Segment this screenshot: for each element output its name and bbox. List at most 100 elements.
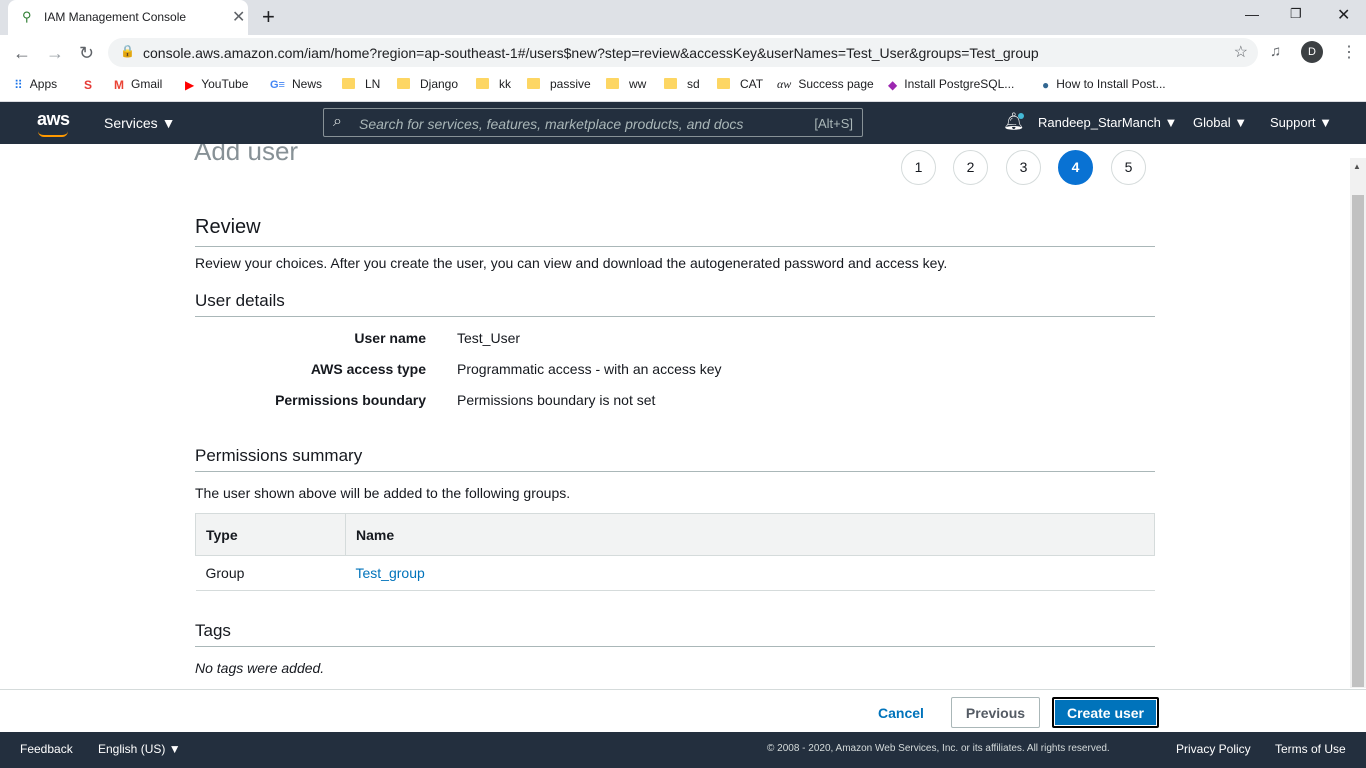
aws-logo[interactable]: aws [37, 109, 70, 130]
permissions-boundary-value: Permissions boundary is not set [457, 392, 656, 408]
scroll-up-arrow-icon[interactable]: ▲ [1353, 162, 1361, 171]
chrome-menu-icon[interactable]: ⋮ [1341, 42, 1357, 62]
page-title: Add user [194, 144, 299, 166]
bookmark-django[interactable]: Django [397, 77, 458, 91]
divider [195, 471, 1155, 472]
bookmark-ln[interactable]: LN [342, 77, 380, 91]
minimize-icon[interactable]: — [1245, 6, 1259, 22]
language-selector[interactable]: English (US) ▼ [98, 742, 181, 756]
address-bar[interactable]: 🔒 console.aws.amazon.com/iam/home?region… [108, 38, 1258, 67]
bookmark-star-icon[interactable]: ☆ [1234, 42, 1248, 62]
search-shortcut-hint: [Alt+S] [814, 116, 853, 131]
notification-dot [1018, 113, 1024, 119]
lock-icon[interactable]: 🔒 [120, 44, 135, 58]
tab-title: IAM Management Console [44, 10, 187, 24]
access-type-value: Programmatic access - with an access key [457, 361, 722, 377]
restore-icon[interactable]: ❐ [1290, 6, 1302, 22]
wizard-step-1[interactable]: 1 [901, 150, 936, 185]
bookmark-ww[interactable]: ww [606, 77, 646, 91]
youtube-icon: ▶ [185, 77, 195, 92]
groups-table: Type Name Group Test_group [195, 513, 1155, 591]
window-close-icon[interactable]: ✕ [1337, 5, 1350, 25]
privacy-policy-link[interactable]: Privacy Policy [1176, 742, 1251, 756]
bookmark-cat[interactable]: CAT [717, 77, 763, 91]
browser-tab-strip: ⚲ IAM Management Console ✕ + — ❐ ✕ [0, 0, 1366, 35]
search-placeholder: Search for services, features, marketpla… [359, 116, 744, 132]
group-name-cell: Test_group [345, 555, 1155, 591]
tags-empty-text: No tags were added. [195, 660, 325, 676]
media-control-icon[interactable]: ♫ [1270, 43, 1281, 60]
wizard-step-2[interactable]: 2 [953, 150, 988, 185]
account-menu[interactable]: Randeep_StarManch ▼ [1038, 115, 1177, 130]
graduation-cap-icon: ◆ [888, 77, 898, 92]
folder-icon [606, 78, 619, 89]
cancel-button[interactable]: Cancel [862, 699, 940, 726]
folder-icon [527, 78, 540, 89]
apps-grid-icon: ⠿ [14, 77, 23, 92]
bookmark-sd[interactable]: sd [664, 77, 700, 91]
new-tab-icon[interactable]: + [262, 4, 275, 30]
bookmark-success-page[interactable]: αw Success page [777, 77, 874, 92]
aws-footer: Feedback English (US) ▼ © 2008 - 2020, A… [0, 732, 1366, 768]
user-name-value: Test_User [457, 330, 521, 346]
reload-icon[interactable]: ↻ [79, 43, 94, 64]
wizard-step-3[interactable]: 3 [1006, 150, 1041, 185]
support-menu[interactable]: Support ▼ [1270, 115, 1332, 130]
tags-heading: Tags [195, 621, 231, 640]
feedback-link[interactable]: Feedback [20, 742, 73, 756]
create-user-button[interactable]: Create user [1052, 697, 1159, 728]
divider [195, 316, 1155, 317]
copyright-text: © 2008 - 2020, Amazon Web Services, Inc.… [767, 743, 1110, 754]
aws-smile-logo [38, 131, 68, 137]
wizard-step-4[interactable]: 4 [1058, 150, 1093, 185]
folder-icon [717, 78, 730, 89]
aw-icon: αw [777, 77, 792, 92]
wizard-step-5[interactable]: 5 [1111, 150, 1146, 185]
permissions-summary-heading: Permissions summary [195, 446, 363, 465]
column-header-type: Type [195, 513, 346, 556]
region-menu[interactable]: Global ▼ [1193, 115, 1247, 130]
back-icon[interactable]: ← [13, 43, 31, 64]
divider [195, 246, 1155, 247]
search-icon: ⌕ [333, 113, 342, 130]
bookmark-news[interactable]: G≡ News [270, 77, 322, 91]
table-header-row: Type Name [195, 513, 1155, 556]
bookmark-how-to-install[interactable]: ● How to Install Post... [1042, 77, 1166, 92]
group-type-cell: Group [195, 555, 346, 591]
group-name-link[interactable]: Test_group [356, 565, 425, 581]
swiggy-icon: S [84, 77, 93, 92]
scrollbar-thumb[interactable] [1352, 195, 1364, 687]
bookmark-youtube[interactable]: ▶ YouTube [185, 77, 248, 92]
user-details-heading: User details [195, 291, 285, 310]
news-icon: G≡ [270, 78, 285, 91]
browser-tab[interactable]: ⚲ IAM Management Console ✕ [8, 0, 248, 35]
postgres-icon: ● [1042, 77, 1050, 92]
tab-close-icon[interactable]: ✕ [232, 7, 245, 27]
aws-search-input[interactable]: ⌕ Search for services, features, marketp… [323, 108, 863, 137]
bookmark-install-postgresql[interactable]: ◆ Install PostgreSQL... [888, 77, 1014, 92]
folder-icon [476, 78, 489, 89]
divider [195, 646, 1155, 647]
gmail-icon: M [114, 77, 124, 92]
aws-navbar: aws Services ▼ ⌕ Search for services, fe… [0, 102, 1366, 144]
forward-icon[interactable]: → [46, 43, 64, 64]
url-text[interactable]: console.aws.amazon.com/iam/home?region=a… [143, 45, 1039, 61]
wizard-action-bar [0, 689, 1366, 732]
previous-button[interactable]: Previous [951, 697, 1040, 728]
folder-icon [397, 78, 410, 89]
services-menu[interactable]: Services ▼ [104, 115, 175, 131]
bookmark-apps[interactable]: ⠿ Apps [14, 77, 57, 92]
access-type-label: AWS access type [310, 361, 426, 377]
permissions-description: The user shown above will be added to th… [195, 485, 571, 501]
permissions-boundary-label: Permissions boundary [275, 392, 426, 408]
profile-avatar[interactable]: D [1301, 41, 1323, 63]
bookmark-icon-only[interactable]: S [84, 77, 99, 92]
folder-icon [342, 78, 355, 89]
iam-favicon-icon: ⚲ [22, 9, 32, 24]
bookmark-kk[interactable]: kk [476, 77, 511, 91]
terms-of-use-link[interactable]: Terms of Use [1275, 742, 1346, 756]
bookmark-gmail[interactable]: M Gmail [114, 77, 162, 92]
review-heading: Review [195, 216, 261, 238]
bookmark-passive[interactable]: passive [527, 77, 591, 91]
user-name-label: User name [354, 330, 426, 346]
